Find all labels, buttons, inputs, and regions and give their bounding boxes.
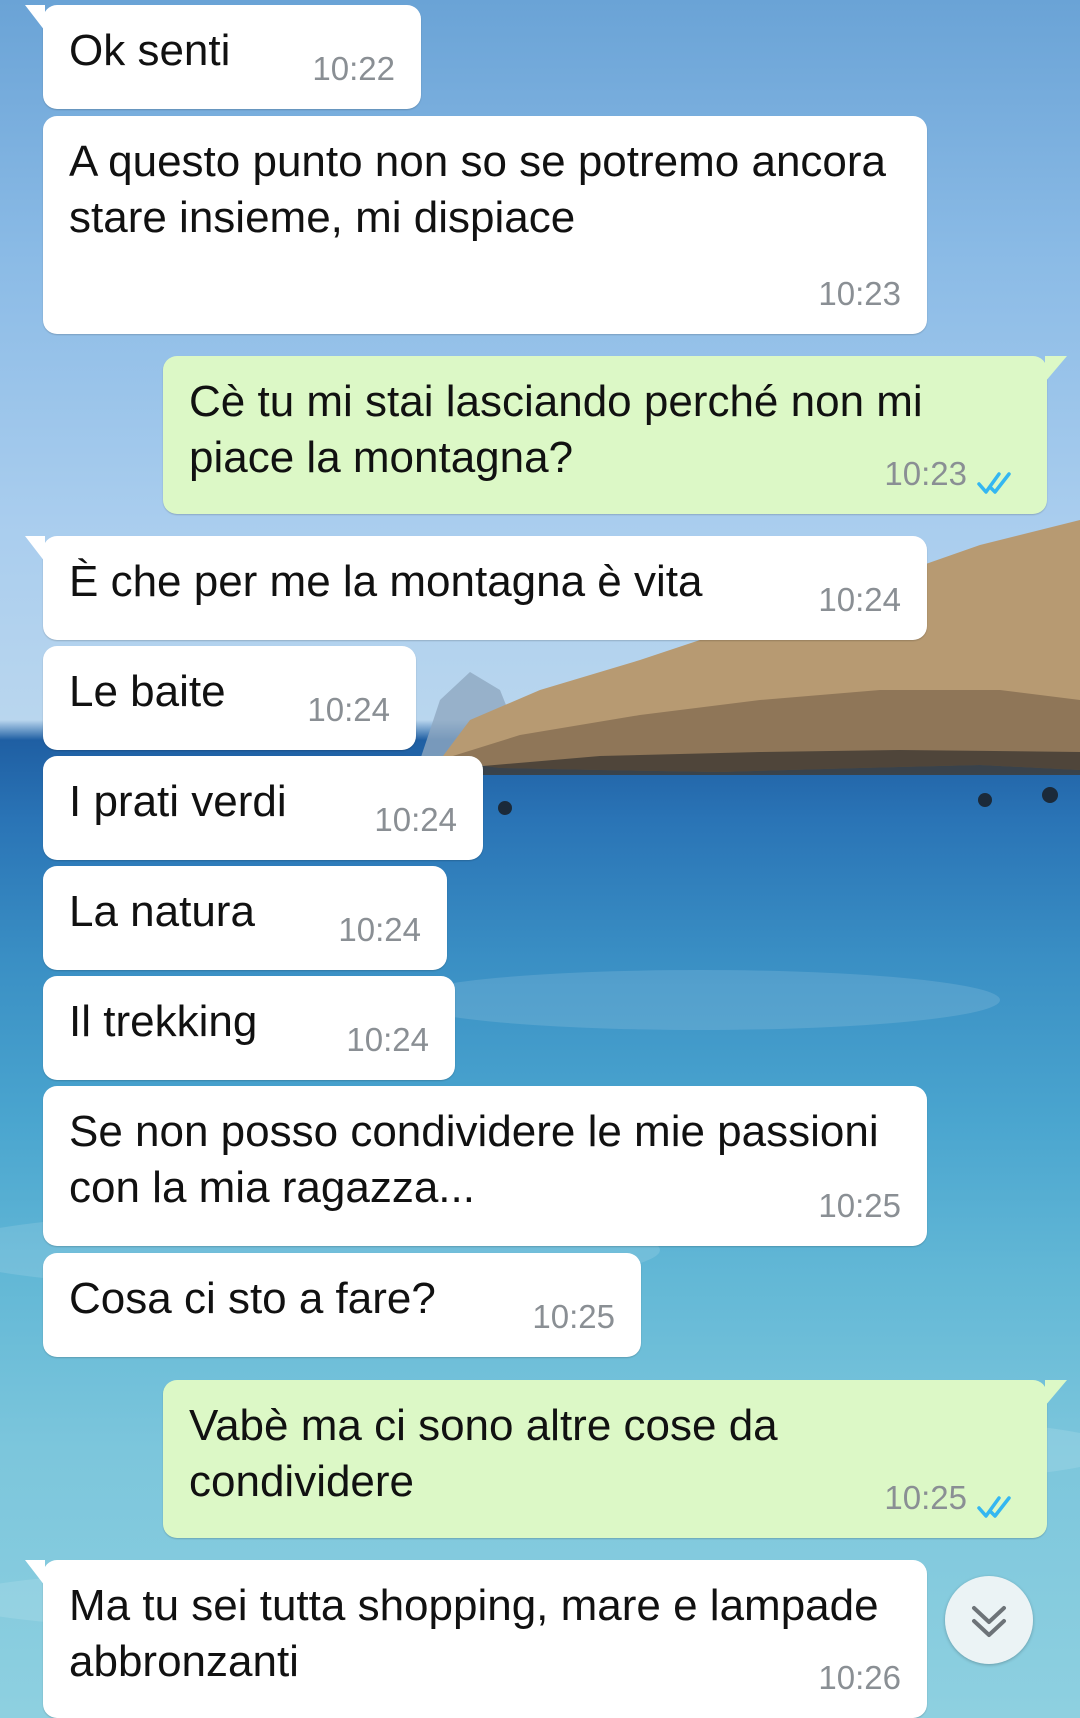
message-timestamp: 10:25 bbox=[532, 1298, 615, 1335]
bubble-tail bbox=[1045, 356, 1067, 382]
read-receipt-icon bbox=[977, 472, 1011, 494]
scroll-to-bottom-button[interactable] bbox=[945, 1576, 1033, 1664]
message-timestamp: 10:22 bbox=[312, 50, 395, 87]
incoming-message[interactable]: Ok senti 10:22 bbox=[25, 5, 421, 109]
message-text: A questo punto non so se potremo ancora … bbox=[69, 137, 887, 242]
message-text: È che per me la montagna è vita bbox=[69, 557, 703, 606]
message-timestamp: 10:24 bbox=[346, 1021, 429, 1058]
message-timestamp: 10:24 bbox=[374, 801, 457, 838]
bubble-tail bbox=[25, 5, 45, 31]
incoming-message[interactable]: Ma tu sei tutta shopping, mare e lampade… bbox=[25, 1560, 927, 1718]
message-text: Se non posso condividere le mie passioni… bbox=[69, 1107, 879, 1212]
incoming-message[interactable]: Se non posso condividere le mie passioni… bbox=[43, 1086, 927, 1246]
message-timestamp: 10:24 bbox=[307, 691, 390, 728]
message-timestamp: 10:23 bbox=[884, 455, 967, 492]
message-timestamp: 10:24 bbox=[338, 911, 421, 948]
message-timestamp: 10:26 bbox=[818, 1659, 901, 1696]
message-text: Vabè ma ci sono altre cose da condivider… bbox=[189, 1401, 778, 1506]
incoming-message[interactable]: Le baite 10:24 bbox=[43, 646, 416, 750]
message-text: Ma tu sei tutta shopping, mare e lampade… bbox=[69, 1581, 879, 1686]
message-timestamp: 10:25 bbox=[884, 1479, 967, 1516]
double-chevron-down-icon bbox=[972, 1606, 1006, 1637]
outgoing-message[interactable]: Cè tu mi stai lasciando perché non mi pi… bbox=[163, 356, 1067, 514]
incoming-message[interactable]: A questo punto non so se potremo ancora … bbox=[43, 116, 927, 334]
incoming-message[interactable]: I prati verdi 10:24 bbox=[43, 756, 483, 860]
message-timestamp: 10:24 bbox=[818, 581, 901, 618]
incoming-message[interactable]: La natura 10:24 bbox=[43, 866, 447, 970]
message-timestamp: 10:25 bbox=[818, 1187, 901, 1224]
incoming-message[interactable]: È che per me la montagna è vita 10:24 bbox=[25, 536, 927, 640]
bubble-tail bbox=[1045, 1380, 1067, 1406]
bubble-tail bbox=[25, 536, 45, 562]
message-timestamp: 10:23 bbox=[818, 275, 901, 312]
read-receipt-icon bbox=[977, 1496, 1011, 1518]
incoming-message[interactable]: Cosa ci sto a fare? 10:25 bbox=[43, 1253, 641, 1357]
incoming-message[interactable]: Il trekking 10:24 bbox=[43, 976, 455, 1080]
message-text: Cè tu mi stai lasciando perché non mi pi… bbox=[189, 377, 923, 482]
bubble-tail bbox=[25, 1560, 45, 1586]
outgoing-message[interactable]: Vabè ma ci sono altre cose da condivider… bbox=[163, 1380, 1067, 1538]
